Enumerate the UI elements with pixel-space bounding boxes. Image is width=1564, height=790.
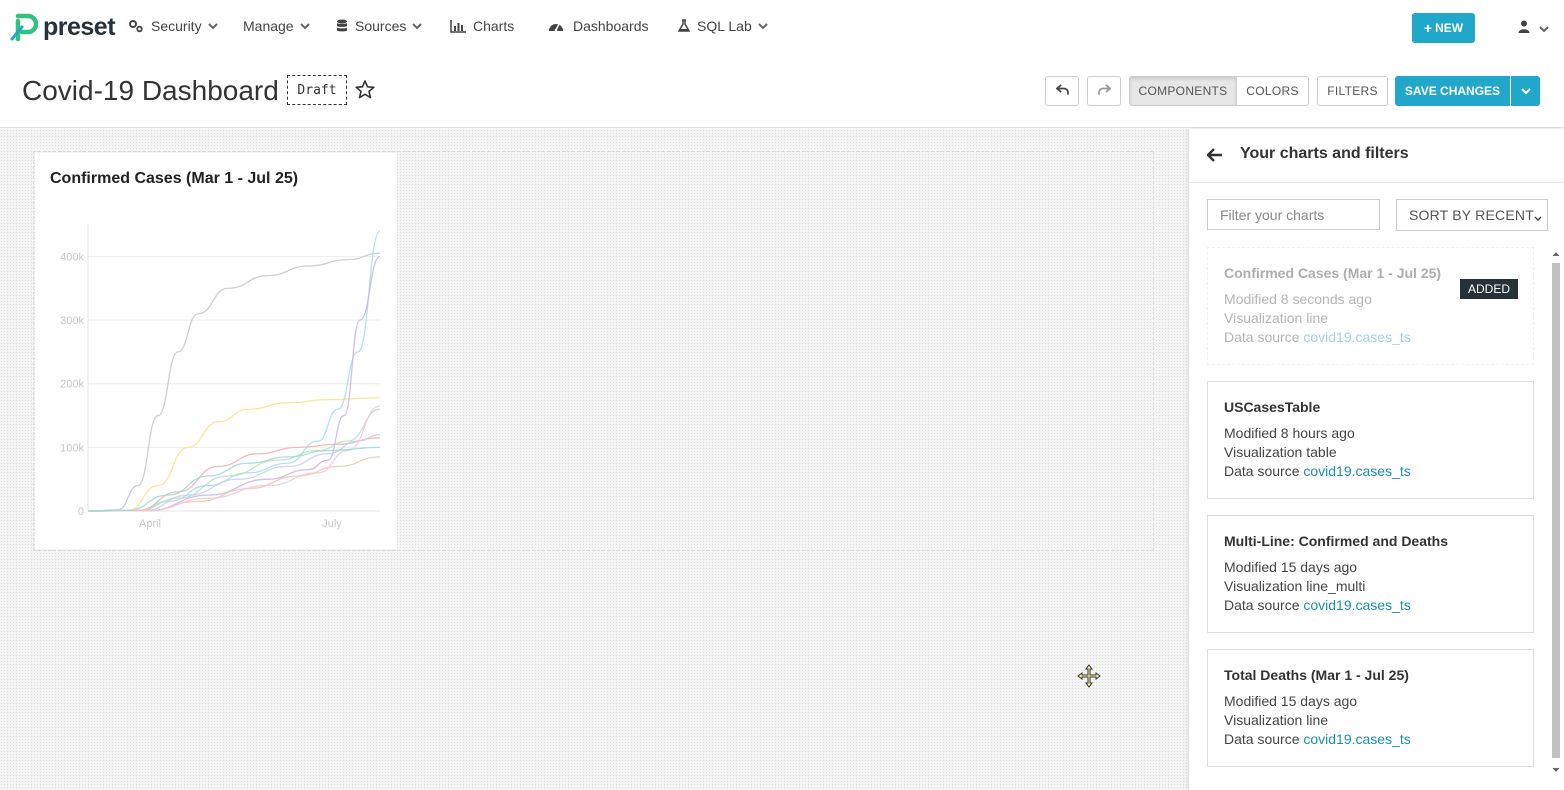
undo-button[interactable]: [1045, 76, 1079, 106]
y-tick-label: 0: [78, 506, 84, 518]
card-source: Data source covid19.cases_ts: [1224, 329, 1411, 345]
gears-icon: [128, 19, 144, 33]
user-icon: [1518, 20, 1530, 38]
data-source-link[interactable]: covid19.cases_ts: [1303, 463, 1410, 479]
series-line: [87, 456, 381, 512]
preset-logo-icon: [10, 13, 39, 42]
chevron-down-icon: [299, 22, 310, 30]
filters-button[interactable]: FILTERS: [1317, 76, 1388, 106]
card-modified: Modified 15 days ago: [1224, 693, 1358, 709]
bar-chart-icon: [450, 19, 466, 33]
line-chart: 0 100k 200k 300k 400k April July: [60, 225, 381, 530]
arrow-left-icon[interactable]: [1206, 148, 1223, 167]
card-source: Data source covid19.cases_ts: [1224, 731, 1411, 747]
chevron-down-icon: [207, 22, 218, 30]
database-icon: [336, 19, 348, 33]
favorite-star-icon[interactable]: [355, 80, 375, 104]
y-tick-label: 200k: [60, 379, 84, 391]
chevron-down-icon: [1533, 211, 1543, 227]
card-modified: Modified 8 hours ago: [1224, 425, 1355, 441]
chart-card[interactable]: Confirmed Cases (Mar 1 - Jul 25) 0 100k 20…: [35, 153, 397, 549]
dashboard-title[interactable]: Covid-19 Dashboard: [22, 75, 279, 107]
dashboard-canvas[interactable]: Confirmed Cases (Mar 1 - Jul 25) 0 100k 20…: [0, 129, 1188, 790]
card-viz: Visualization table: [1224, 444, 1337, 460]
nav-sources[interactable]: Sources: [336, 18, 423, 34]
redo-button[interactable]: [1087, 76, 1121, 106]
added-badge: ADDED: [1460, 279, 1518, 299]
scroll-up-arrow-icon[interactable]: [1549, 249, 1563, 259]
undo-icon: [1055, 84, 1069, 98]
sidebar-title: Your charts and filters: [1240, 145, 1409, 162]
sidebar-scrollbar[interactable]: [1549, 247, 1563, 777]
nav-sources-label: Sources: [355, 18, 407, 34]
series-line: [87, 433, 381, 512]
series-line: [87, 408, 381, 512]
list-item[interactable]: Multi-Line: Confirmed and Deaths Modifie…: [1207, 515, 1534, 633]
chevron-down-icon: [758, 22, 768, 30]
nav-dashboards[interactable]: Dashboards: [548, 18, 649, 34]
data-source-link[interactable]: covid19.cases_ts: [1303, 329, 1410, 345]
brand-name: preset: [43, 12, 116, 41]
chevron-down-icon: [1539, 25, 1549, 33]
charts-sidebar: Your charts and filters Filter your char…: [1188, 129, 1564, 790]
y-tick-label: 400k: [60, 251, 84, 263]
card-title: Multi-Line: Confirmed and Deaths: [1224, 533, 1448, 549]
x-tick-label: July: [322, 518, 342, 530]
filter-charts-input[interactable]: Filter your charts: [1207, 199, 1380, 230]
series-line: [87, 252, 381, 512]
colors-button[interactable]: COLORS: [1236, 76, 1309, 106]
dashboard-header: Covid-19 Dashboard Draft COMPONENTS COLO…: [0, 56, 1564, 128]
card-viz: Visualization line: [1224, 310, 1329, 326]
nav-manage-label: Manage: [243, 18, 294, 34]
save-options-dropdown[interactable]: [1511, 76, 1540, 106]
user-menu[interactable]: [1518, 20, 1549, 38]
preset-logo[interactable]: preset: [10, 12, 116, 42]
series-line: [87, 437, 381, 512]
scroll-down-arrow-icon[interactable]: [1549, 765, 1563, 775]
card-viz: Visualization line_multi: [1224, 578, 1366, 594]
y-tick-label: 100k: [60, 442, 84, 454]
nav-security-label: Security: [151, 18, 202, 34]
nav-sql-lab-label: SQL Lab: [697, 18, 752, 34]
card-title: USCasesTable: [1224, 399, 1321, 415]
sort-select[interactable]: SORT BY RECENT: [1396, 199, 1548, 231]
card-title: Total Deaths (Mar 1 - Jul 25): [1224, 667, 1409, 683]
nav-security[interactable]: Security: [128, 18, 218, 34]
list-item[interactable]: Total Deaths (Mar 1 - Jul 25) Modified 1…: [1207, 649, 1534, 767]
dashboard-icon: [548, 20, 564, 32]
chevron-down-icon: [1520, 82, 1531, 100]
series-line: [87, 405, 381, 512]
new-button[interactable]: + NEW: [1412, 13, 1475, 43]
list-item[interactable]: USCasesTable Modified 8 hours ago Visual…: [1207, 381, 1534, 499]
list-item[interactable]: Confirmed Cases (Mar 1 - Jul 25) Modifie…: [1207, 247, 1534, 365]
move-cursor-icon: [1077, 664, 1101, 693]
flask-icon: [678, 19, 690, 33]
plus-icon: +: [1423, 20, 1433, 36]
card-source: Data source covid19.cases_ts: [1224, 463, 1411, 479]
data-source-link[interactable]: covid19.cases_ts: [1303, 597, 1410, 613]
redo-icon: [1097, 84, 1111, 98]
sort-select-label: SORT BY RECENT: [1409, 207, 1534, 223]
series-line: [87, 230, 381, 512]
nav-sql-lab[interactable]: SQL Lab: [678, 18, 768, 34]
x-tick-label: April: [139, 518, 161, 530]
save-changes-button[interactable]: SAVE CHANGES: [1395, 76, 1510, 106]
nav-charts-label: Charts: [473, 18, 515, 34]
data-source-link[interactable]: covid19.cases_ts: [1303, 731, 1410, 747]
nav-manage[interactable]: Manage: [243, 18, 310, 34]
top-navbar: preset Security Manage Sources Charts Da…: [0, 0, 1564, 56]
new-button-label: NEW: [1435, 21, 1464, 35]
sidebar-header: Your charts and filters: [1189, 129, 1564, 183]
chevron-down-icon: [412, 22, 423, 30]
card-source: Data source covid19.cases_ts: [1224, 597, 1411, 613]
y-tick-label: 300k: [60, 315, 84, 327]
draft-badge: Draft: [287, 75, 347, 105]
nav-dashboards-label: Dashboards: [573, 18, 649, 34]
scrollbar-thumb[interactable]: [1552, 263, 1560, 758]
card-modified: Modified 15 days ago: [1224, 559, 1358, 575]
components-button[interactable]: COMPONENTS: [1129, 76, 1237, 106]
nav-charts[interactable]: Charts: [450, 18, 514, 34]
card-viz: Visualization line: [1224, 712, 1329, 728]
